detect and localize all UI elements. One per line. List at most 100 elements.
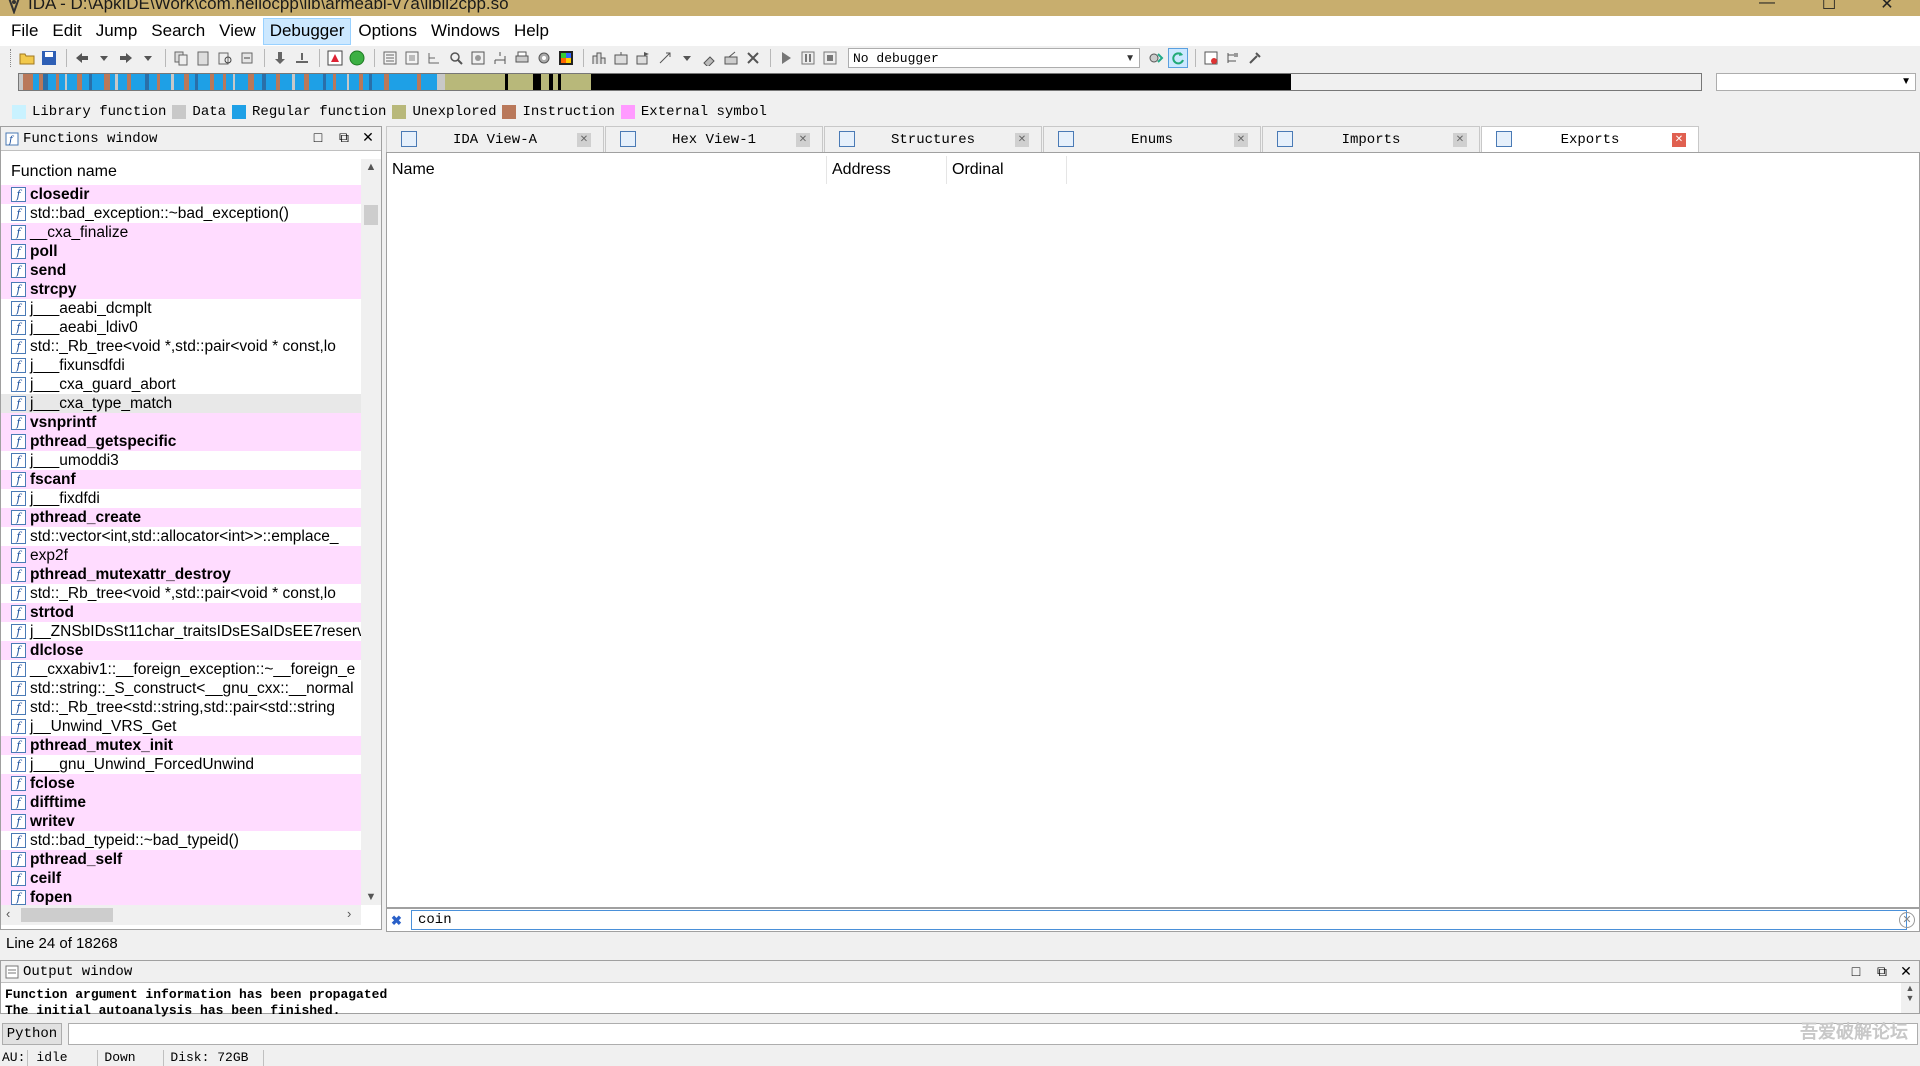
dropdown-arrow-icon[interactable]: [94, 48, 114, 68]
function-row[interactable]: f pthread_getspecific: [1, 432, 361, 451]
tree-icon[interactable]: [424, 48, 444, 68]
functions-vertical-scrollbar[interactable]: ▲ ▼: [361, 159, 381, 905]
scroll-right-icon[interactable]: ›: [347, 906, 351, 921]
color-palette-icon[interactable]: [556, 48, 576, 68]
function-row[interactable]: f exp2f: [1, 546, 361, 565]
list-view-icon[interactable]: [380, 48, 400, 68]
tab-hex-view-1[interactable]: Hex View-1 ✕: [605, 126, 823, 152]
function-row[interactable]: f j___cxa_type_match: [1, 394, 361, 413]
fit-graph-icon[interactable]: [468, 48, 488, 68]
close-tab-icon[interactable]: ✕: [577, 133, 591, 147]
function-row[interactable]: f j___aeabi_dcmplt: [1, 299, 361, 318]
down-arrow-icon[interactable]: [270, 48, 290, 68]
structure-icon[interactable]: [589, 48, 609, 68]
function-row[interactable]: f difftime: [1, 793, 361, 812]
command-line-input[interactable]: [68, 1023, 1918, 1045]
scrollbar-thumb[interactable]: [364, 205, 378, 225]
pause-icon[interactable]: [798, 48, 818, 68]
function-row[interactable]: f std::string::_S_construct<__gnu_cxx::__…: [1, 679, 361, 698]
close-window-button[interactable]: ✕: [1872, 0, 1902, 14]
close-pane-icon[interactable]: ✕: [1897, 963, 1915, 980]
print-icon[interactable]: [512, 48, 532, 68]
graph-view-icon[interactable]: [402, 48, 422, 68]
function-row[interactable]: f fclose: [1, 774, 361, 793]
column-header-name[interactable]: Name: [387, 156, 827, 184]
function-row[interactable]: f j___umoddi3: [1, 451, 361, 470]
cancel-x-icon[interactable]: [743, 48, 763, 68]
jump-icon[interactable]: [292, 48, 312, 68]
restore-pane-icon[interactable]: □: [1847, 963, 1865, 979]
close-pane-icon[interactable]: ✕: [359, 129, 377, 146]
function-row[interactable]: f std::_Rb_tree<void *,std::pair<void * c…: [1, 584, 361, 603]
patch-icon[interactable]: [699, 48, 719, 68]
forward-arrow-icon[interactable]: [116, 48, 136, 68]
function-row[interactable]: f __cxxabiv1::__foreign_exception::~__for…: [1, 660, 361, 679]
function-row[interactable]: f pthread_mutexattr_destroy: [1, 565, 361, 584]
menu-help[interactable]: Help: [507, 18, 556, 45]
tab-enums[interactable]: Enums ✕: [1043, 126, 1261, 152]
close-filter-icon[interactable]: ✖: [391, 913, 402, 929]
hierarchy-icon[interactable]: [490, 48, 510, 68]
navigation-band-select[interactable]: ▼: [1716, 73, 1916, 91]
binary-search-icon[interactable]: [237, 48, 257, 68]
refresh-debugger-icon[interactable]: [1168, 48, 1188, 68]
function-row[interactable]: f j___gnu_Unwind_ForcedUnwind: [1, 755, 361, 774]
save-icon[interactable]: [39, 48, 59, 68]
close-tab-icon[interactable]: ✕: [1672, 133, 1686, 147]
paste-icon[interactable]: [193, 48, 213, 68]
column-header-ordinal[interactable]: Ordinal: [947, 156, 1067, 184]
zoom-icon[interactable]: [446, 48, 466, 68]
function-row[interactable]: f fscanf: [1, 470, 361, 489]
menu-windows[interactable]: Windows: [424, 18, 507, 45]
function-row[interactable]: f std::vector<int,std::allocator<int>>::e…: [1, 527, 361, 546]
column-header-address[interactable]: Address: [827, 156, 947, 184]
toolbar-grip[interactable]: [10, 49, 14, 67]
scroll-up-icon[interactable]: ▲: [361, 161, 381, 173]
float-pane-icon[interactable]: ⧉: [335, 129, 353, 146]
function-row[interactable]: f j__ZNSbIDsSt11char_traitsIDsESaIDsEE7re…: [1, 622, 361, 641]
tab-imports[interactable]: Imports ✕: [1262, 126, 1480, 152]
tab-exports[interactable]: Exports ✕: [1481, 126, 1699, 152]
menu-edit[interactable]: Edit: [45, 18, 88, 45]
enum-icon[interactable]: [611, 48, 631, 68]
functions-horizontal-scrollbar[interactable]: ‹ ›: [1, 905, 361, 925]
python-language-button[interactable]: Python: [2, 1023, 62, 1045]
close-tab-icon[interactable]: ✕: [1453, 133, 1467, 147]
menu-options[interactable]: Options: [351, 18, 424, 45]
function-row[interactable]: f std::_Rb_tree<void *,std::pair<void * c…: [1, 337, 361, 356]
navigation-strip[interactable]: [18, 73, 1702, 91]
function-row[interactable]: f j___fixdfdi: [1, 489, 361, 508]
function-row[interactable]: f send: [1, 261, 361, 280]
close-tab-icon[interactable]: ✕: [1234, 133, 1248, 147]
function-row[interactable]: f vsnprintf: [1, 413, 361, 432]
export-icon[interactable]: [633, 48, 653, 68]
attach-process-icon[interactable]: [1146, 48, 1166, 68]
function-row[interactable]: f pthread_self: [1, 850, 361, 869]
function-row[interactable]: f std::bad_exception::~bad_exception(): [1, 204, 361, 223]
maximize-button[interactable]: ☐: [1814, 0, 1844, 14]
function-row[interactable]: f j__Unwind_VRS_Get: [1, 717, 361, 736]
function-name-column-header[interactable]: Function name: [1, 159, 361, 185]
breakpoint-list-icon[interactable]: [1201, 48, 1221, 68]
function-row[interactable]: f closedir: [1, 185, 361, 204]
text-search-icon[interactable]: [215, 48, 235, 68]
menu-view[interactable]: View: [212, 18, 263, 45]
tab-ida-view-a[interactable]: IDA View-A ✕: [386, 126, 604, 152]
clear-filter-icon[interactable]: ✕: [1899, 912, 1915, 928]
menu-file[interactable]: File: [4, 18, 45, 45]
play-icon[interactable]: [776, 48, 796, 68]
flowchart-icon[interactable]: [325, 48, 345, 68]
edit-icon[interactable]: [721, 48, 741, 68]
function-row[interactable]: f poll: [1, 242, 361, 261]
function-row[interactable]: f j___aeabi_ldiv0: [1, 318, 361, 337]
function-row[interactable]: f fopen: [1, 888, 361, 905]
function-row[interactable]: f ceilf: [1, 869, 361, 888]
cross-ref-icon[interactable]: [655, 48, 675, 68]
function-row[interactable]: f __cxa_finalize: [1, 223, 361, 242]
tools-icon[interactable]: [1245, 48, 1265, 68]
dropdown-arrow-icon[interactable]: [677, 48, 697, 68]
scroll-left-icon[interactable]: ‹: [6, 906, 10, 921]
restore-pane-icon[interactable]: □: [309, 129, 327, 145]
menu-jump[interactable]: Jump: [89, 18, 145, 45]
close-tab-icon[interactable]: ✕: [1015, 133, 1029, 147]
